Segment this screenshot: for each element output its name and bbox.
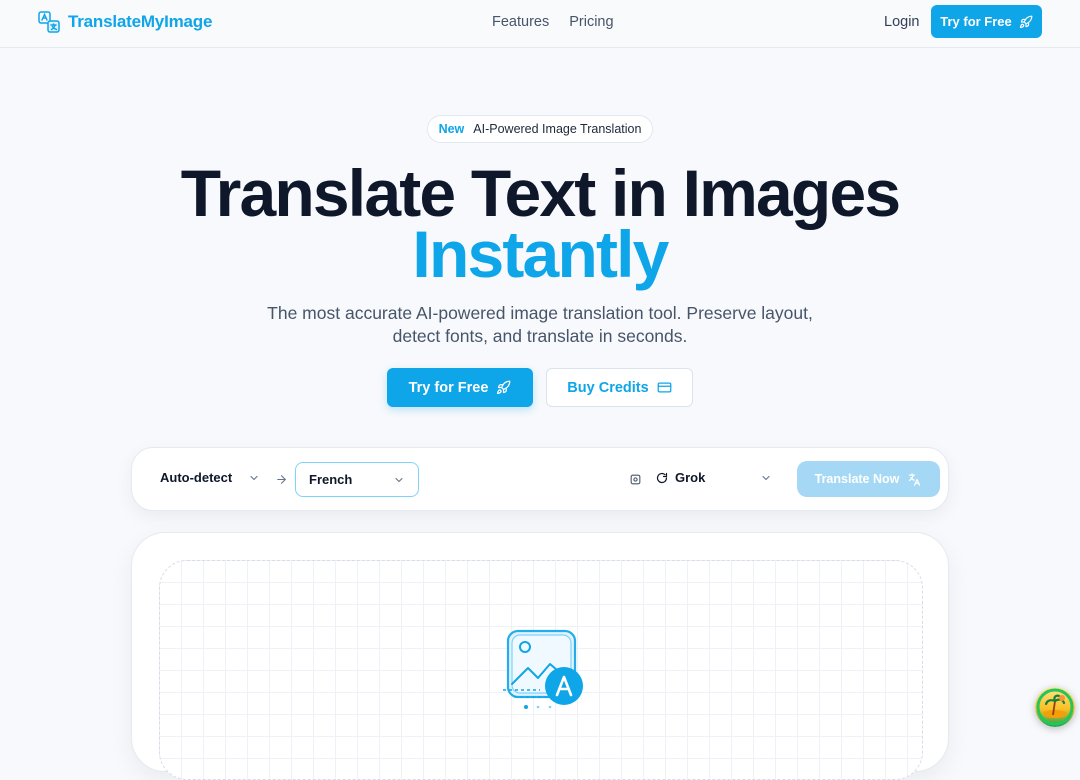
- image-dropzone[interactable]: [159, 560, 923, 780]
- refresh-icon: [656, 472, 668, 484]
- main-nav: Features Pricing: [492, 14, 614, 30]
- translate-icon: [907, 472, 922, 487]
- logo-text: TranslateMyImage: [68, 12, 213, 31]
- chevron-down-icon: [248, 472, 260, 484]
- arrow-right-icon: [275, 473, 288, 486]
- login-link[interactable]: Login: [884, 14, 919, 30]
- buy-credits-label: Buy Credits: [567, 379, 649, 396]
- chevron-down-icon: [760, 472, 772, 484]
- nav-pricing[interactable]: Pricing: [569, 14, 613, 30]
- source-language-value: Auto-detect: [160, 470, 233, 485]
- target-language-value: French: [309, 472, 353, 487]
- hero-title-highlight: Instantly: [412, 217, 669, 291]
- upload-card: [131, 532, 949, 780]
- buy-credits-button[interactable]: Buy Credits: [546, 368, 693, 407]
- header-try-free-label: Try for Free: [940, 14, 1012, 29]
- site-header: TranslateMyImage Features Pricing Login …: [0, 0, 1080, 48]
- badge-new-label: New: [438, 122, 465, 136]
- model-select-left: Grok: [656, 470, 705, 485]
- credit-card-icon: [657, 380, 672, 395]
- badge-text: AI-Powered Image Translation: [473, 122, 642, 136]
- image-translate-icon: [500, 626, 590, 716]
- announcement-badge: New AI-Powered Image Translation: [427, 115, 653, 143]
- settings-icon[interactable]: [629, 473, 642, 486]
- source-language-select[interactable]: Auto-detect: [160, 470, 260, 485]
- model-value: Grok: [675, 470, 706, 485]
- header-try-free-button[interactable]: Try for Free: [931, 5, 1042, 38]
- try-free-label: Try for Free: [408, 379, 489, 396]
- translate-now-label: Translate Now: [814, 472, 900, 486]
- rocket-icon: [1019, 15, 1033, 29]
- floating-avatar[interactable]: [1035, 687, 1075, 727]
- nav-features[interactable]: Features: [492, 14, 549, 30]
- model-select[interactable]: Grok: [656, 470, 772, 485]
- chevron-down-icon: [393, 474, 405, 486]
- island-avatar-icon: [1035, 687, 1075, 727]
- translation-toolbar: Auto-detect French Grok Translate Now: [131, 447, 949, 511]
- translate-now-button[interactable]: Translate Now: [797, 461, 940, 497]
- target-language-select[interactable]: French: [295, 462, 419, 497]
- try-free-button[interactable]: Try for Free: [387, 368, 533, 407]
- rocket-icon: [496, 380, 511, 395]
- logo-link[interactable]: TranslateMyImage: [38, 11, 212, 33]
- translate-logo-icon: [38, 11, 60, 33]
- hero-subtitle-line2: detect fonts, and translate in seconds.: [392, 326, 688, 346]
- hero-subtitle-line1: The most accurate AI-powered image trans…: [267, 303, 813, 323]
